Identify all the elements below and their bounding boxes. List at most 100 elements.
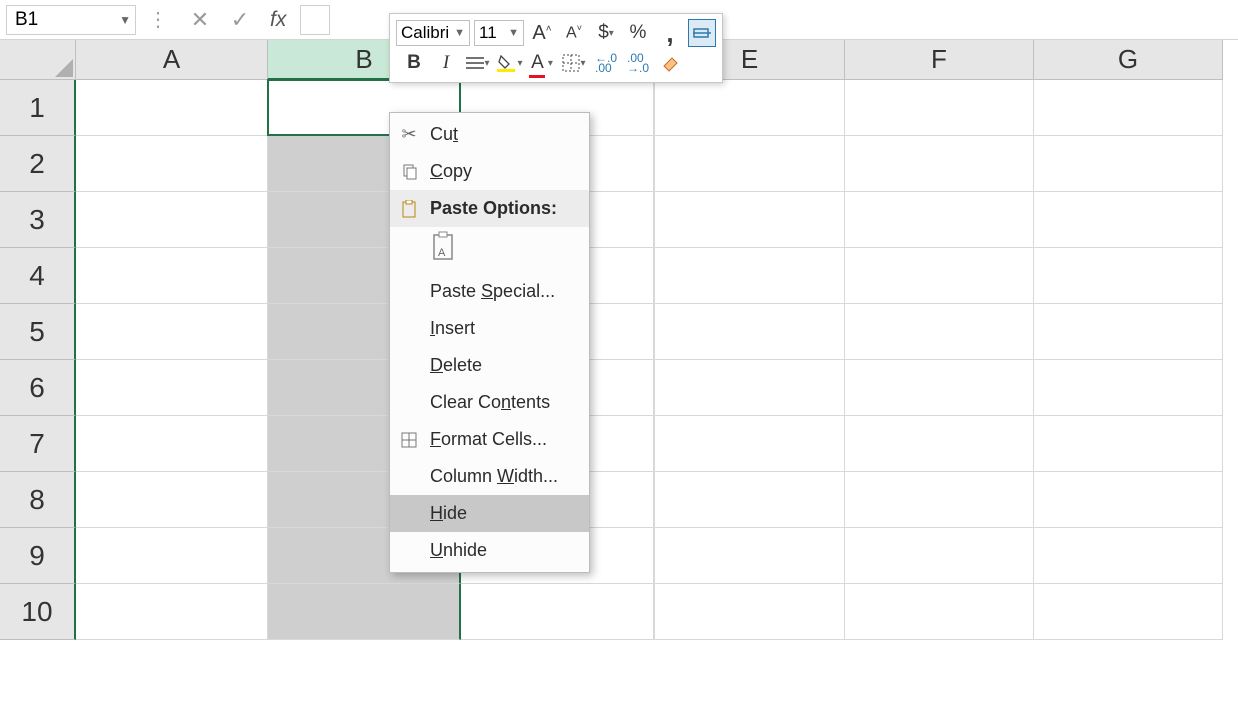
cell[interactable] xyxy=(655,472,845,528)
context-insert[interactable]: Insert xyxy=(390,310,589,347)
italic-button[interactable]: I xyxy=(432,49,460,77)
cell[interactable] xyxy=(76,136,268,192)
column-header-A[interactable]: A xyxy=(76,40,268,80)
percent-icon: % xyxy=(630,22,647,44)
decrease-font-button[interactable]: A˅ xyxy=(560,19,588,47)
format-painter-button[interactable] xyxy=(688,19,716,47)
context-paste-special[interactable]: Paste Special... xyxy=(390,273,589,310)
enter-button[interactable]: ✓ xyxy=(222,5,258,35)
cell[interactable] xyxy=(1034,248,1223,304)
cell[interactable] xyxy=(1034,472,1223,528)
increase-font-button[interactable]: A˄ xyxy=(528,19,556,47)
font-color-button[interactable]: A▾ xyxy=(528,49,556,77)
cell[interactable] xyxy=(1034,584,1223,640)
row-header-2[interactable]: 2 xyxy=(0,136,76,192)
cell[interactable] xyxy=(76,248,268,304)
cell[interactable] xyxy=(461,584,654,640)
cell[interactable] xyxy=(845,360,1034,416)
row-header-10[interactable]: 10 xyxy=(0,584,76,640)
font-color-icon: A xyxy=(531,52,544,74)
row-header-6[interactable]: 6 xyxy=(0,360,76,416)
cell[interactable] xyxy=(1034,416,1223,472)
cell[interactable] xyxy=(845,248,1034,304)
cell[interactable] xyxy=(1034,80,1223,136)
row-header-4[interactable]: 4 xyxy=(0,248,76,304)
cell[interactable] xyxy=(1034,528,1223,584)
context-hide[interactable]: Hide xyxy=(390,495,589,532)
context-paste-button[interactable]: A xyxy=(390,227,589,273)
row-header-5[interactable]: 5 xyxy=(0,304,76,360)
cell[interactable] xyxy=(76,192,268,248)
context-copy[interactable]: Copy xyxy=(390,153,589,190)
cell[interactable] xyxy=(845,80,1034,136)
context-cut-label: Cut xyxy=(430,124,458,145)
context-clear-contents[interactable]: Clear Contents xyxy=(390,384,589,421)
cell[interactable] xyxy=(655,584,845,640)
select-all-corner[interactable] xyxy=(0,40,76,80)
cell[interactable] xyxy=(845,528,1034,584)
cell[interactable] xyxy=(655,360,845,416)
cell[interactable] xyxy=(845,472,1034,528)
cancel-button[interactable]: ✕ xyxy=(182,5,218,35)
align-button[interactable]: ▾ xyxy=(464,49,492,77)
row-header-7[interactable]: 7 xyxy=(0,416,76,472)
cell[interactable] xyxy=(1034,360,1223,416)
accounting-format-button[interactable]: $▾ xyxy=(592,19,620,47)
cell[interactable] xyxy=(76,304,268,360)
cell[interactable] xyxy=(76,416,268,472)
format-painter-icon xyxy=(692,24,712,42)
cell[interactable] xyxy=(76,584,268,640)
cell[interactable] xyxy=(655,528,845,584)
row-header-9[interactable]: 9 xyxy=(0,528,76,584)
align-icon xyxy=(466,56,484,70)
row-header-3[interactable]: 3 xyxy=(0,192,76,248)
borders-button[interactable]: ▾ xyxy=(560,49,588,77)
cell[interactable] xyxy=(655,136,845,192)
column-header-G[interactable]: G xyxy=(1034,40,1223,80)
cell[interactable] xyxy=(1034,192,1223,248)
column-header-F[interactable]: F xyxy=(845,40,1034,80)
increase-decimal-button[interactable]: ←.0.00 xyxy=(592,49,620,77)
context-cut[interactable]: ✂ Cut xyxy=(390,116,589,153)
clear-format-button[interactable] xyxy=(656,49,684,77)
cell[interactable] xyxy=(76,472,268,528)
cell[interactable] xyxy=(655,192,845,248)
comma-format-button[interactable]: , xyxy=(656,19,684,47)
font-size-selector[interactable]: 11 ▼ xyxy=(474,20,524,46)
cell[interactable] xyxy=(1034,136,1223,192)
cell[interactable] xyxy=(76,528,268,584)
cell[interactable] xyxy=(845,584,1034,640)
decrease-decimal-icon: .00→.0 xyxy=(627,53,649,73)
cell[interactable] xyxy=(655,248,845,304)
context-unhide[interactable]: Unhide xyxy=(390,532,589,569)
italic-icon: I xyxy=(443,52,449,74)
cell[interactable] xyxy=(845,304,1034,360)
context-format-cells[interactable]: Format Cells... xyxy=(390,421,589,458)
context-format-cells-label: Format Cells... xyxy=(430,429,547,450)
fill-color-button[interactable]: ▾ xyxy=(496,49,524,77)
cell[interactable] xyxy=(845,416,1034,472)
cell[interactable] xyxy=(845,136,1034,192)
percent-format-button[interactable]: % xyxy=(624,19,652,47)
context-delete[interactable]: Delete xyxy=(390,347,589,384)
name-box-dropdown-icon[interactable]: ▼ xyxy=(119,13,131,27)
formula-input[interactable] xyxy=(300,5,330,35)
cell[interactable] xyxy=(655,416,845,472)
cell[interactable] xyxy=(76,360,268,416)
context-hide-label: Hide xyxy=(430,503,467,524)
cell[interactable] xyxy=(845,192,1034,248)
cell[interactable] xyxy=(655,304,845,360)
cell[interactable] xyxy=(268,584,461,640)
row-header-1[interactable]: 1 xyxy=(0,80,76,136)
cell[interactable] xyxy=(655,80,845,136)
decrease-decimal-button[interactable]: .00→.0 xyxy=(624,49,652,77)
context-column-width[interactable]: Column Width... xyxy=(390,458,589,495)
font-name-selector[interactable]: Calibri ▼ xyxy=(396,20,470,46)
bold-button[interactable]: B xyxy=(400,49,428,77)
row-header-8[interactable]: 8 xyxy=(0,472,76,528)
cell[interactable] xyxy=(76,80,268,136)
cells-area[interactable] xyxy=(76,80,1238,640)
fx-label[interactable]: fx xyxy=(270,8,286,32)
cell[interactable] xyxy=(1034,304,1223,360)
name-box[interactable]: B1 ▼ xyxy=(6,5,136,35)
